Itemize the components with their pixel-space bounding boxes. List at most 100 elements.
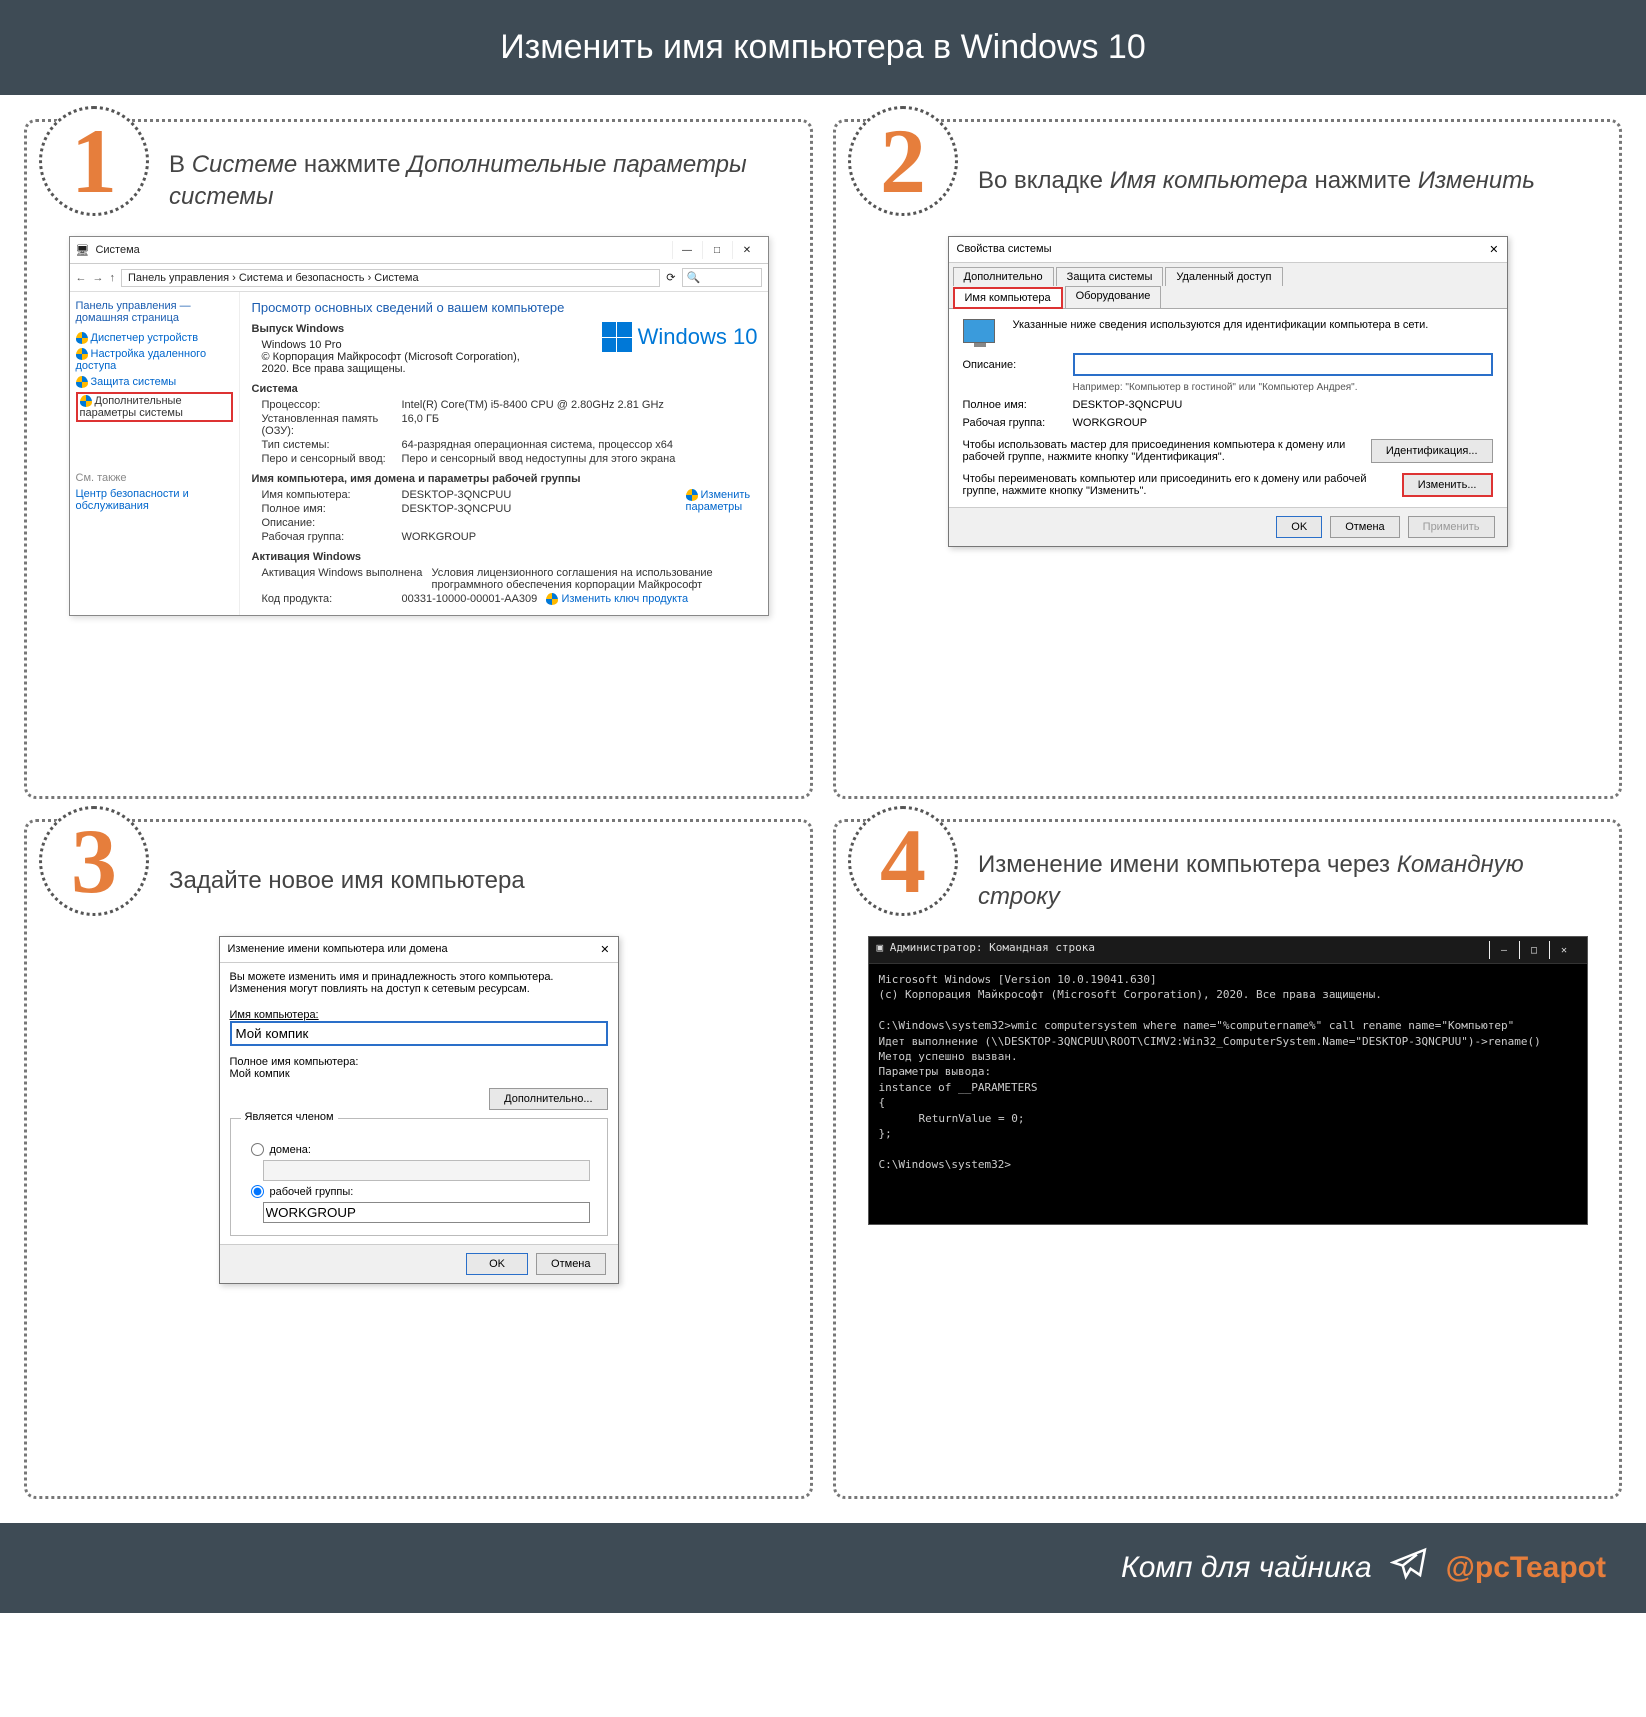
step-3-panel: 3 Задайте новое имя компьютера Изменение… xyxy=(24,819,813,1499)
minimize-button[interactable]: ― xyxy=(672,241,702,259)
close-button[interactable]: ✕ xyxy=(600,943,609,956)
step-4-badge: 4 xyxy=(848,806,958,916)
sidebar-home[interactable]: Панель управления — домашняя страница xyxy=(76,300,233,324)
ram-value: 16,0 ГБ xyxy=(402,413,756,437)
tab-hardware[interactable]: Оборудование xyxy=(1065,286,1162,308)
ok-button[interactable]: OK xyxy=(1276,516,1322,538)
telegram-icon xyxy=(1390,1545,1428,1591)
desc-hint: Например: "Компьютер в гостиной" или "Ко… xyxy=(1073,382,1493,393)
cpu-label: Процессор: xyxy=(262,399,402,411)
more-button[interactable]: Дополнительно... xyxy=(489,1088,607,1110)
step-1-panel: 1 В Системе нажмите Дополни­тельные пара… xyxy=(24,119,813,799)
page-title: Изменить имя компьютера в Windows 10 xyxy=(0,0,1646,95)
sidebar-security-center[interactable]: Центр безопасности и обслуживания xyxy=(76,488,233,512)
props-info-text: Указанные ниже сведения используются для… xyxy=(1013,319,1429,331)
step-4-caption: Изменение имени компьютера через Командн… xyxy=(978,849,1599,914)
maximize-button[interactable]: □ xyxy=(702,241,732,259)
change-params-link[interactable]: Изменить параметры xyxy=(686,489,756,513)
change-text: Чтобы переименовать компьютер или присое… xyxy=(963,473,1388,497)
maximize-button[interactable]: □ xyxy=(1519,941,1549,959)
tab-protection[interactable]: Защита системы xyxy=(1056,267,1164,286)
cancel-button[interactable]: Отмена xyxy=(536,1253,605,1275)
workgroup-input[interactable] xyxy=(263,1202,591,1223)
cancel-button[interactable]: Отмена xyxy=(1330,516,1399,538)
fname-label: Полное имя: xyxy=(262,503,402,515)
minimize-button[interactable]: ― xyxy=(1489,941,1519,959)
cpu-value: Intel(R) Core(TM) i5-8400 CPU @ 2.80GHz … xyxy=(402,399,756,411)
system-properties-dialog: Свойства системы ✕ Дополнительно Защита … xyxy=(948,236,1508,547)
telegram-handle[interactable]: @pcTeapot xyxy=(1446,1551,1606,1585)
command-prompt-window: ▣ Администратор: Командная строка ― □ ✕ … xyxy=(868,936,1588,1225)
step-3-caption: Задайте новое имя компьютера xyxy=(169,865,525,897)
cmd-icon: ▣ xyxy=(877,941,884,959)
system-titlebar[interactable]: 🖥 Система ― □ ✕ xyxy=(70,237,768,264)
tab-advanced[interactable]: Дополнительно xyxy=(953,267,1054,286)
control-panel-icon: 🖥 xyxy=(76,244,90,257)
member-of-label: Является членом xyxy=(241,1111,338,1123)
shield-icon xyxy=(76,348,88,360)
tab-computer-name[interactable]: Имя компьютера xyxy=(953,287,1063,309)
desc-label: Описание: xyxy=(262,517,402,529)
change-key-link[interactable]: Изменить ключ продукта xyxy=(546,593,688,605)
pen-label: Перо и сенсорный ввод: xyxy=(262,453,402,465)
sidebar-system-protection[interactable]: Защита системы xyxy=(76,376,233,388)
windows10-logo: Windows 10 xyxy=(602,322,758,352)
close-button[interactable]: ✕ xyxy=(1549,941,1579,959)
step-3-badge: 3 xyxy=(39,806,149,916)
window-title: Система xyxy=(95,244,671,256)
identification-button[interactable]: Идентификация... xyxy=(1371,439,1493,463)
close-button[interactable]: ✕ xyxy=(1489,243,1498,256)
desc-label: Описание: xyxy=(963,359,1063,371)
desc-value xyxy=(402,517,756,529)
see-also-label: См. также xyxy=(76,472,233,484)
pid-label: Код продукта: xyxy=(262,593,402,605)
wizard-text: Чтобы использовать мастер для присоедине… xyxy=(963,439,1357,463)
refresh-icon[interactable]: ⟳ xyxy=(666,271,675,284)
apply-button[interactable]: Применить xyxy=(1408,516,1495,538)
full-value: Мой компик xyxy=(230,1068,608,1080)
window-title: Администратор: Командная строка xyxy=(890,941,1489,959)
wg-label: Рабочая группа: xyxy=(262,531,402,543)
systype-label: Тип системы: xyxy=(262,439,402,451)
fullname-label: Полное имя: xyxy=(963,399,1063,411)
sidebar-device-manager[interactable]: Диспетчер устройств xyxy=(76,332,233,344)
description-input[interactable] xyxy=(1073,353,1493,376)
name-label: Имя компьютера: xyxy=(230,1009,608,1021)
step-1-caption: В Системе нажмите Дополни­тельные параме… xyxy=(169,149,790,214)
shield-icon xyxy=(76,332,88,344)
rename-dialog: Изменение имени компьютера или домена ✕ … xyxy=(219,936,619,1284)
workgroup-label: Рабочая группа: xyxy=(963,417,1063,429)
domain-radio[interactable] xyxy=(251,1143,264,1156)
step-1-badge: 1 xyxy=(39,106,149,216)
footer: Комп для чайника @pcTeapot xyxy=(0,1523,1646,1613)
main-heading: Просмотр основных сведений о вашем компь… xyxy=(252,300,756,315)
footer-text: Комп для чайника xyxy=(1121,1551,1372,1585)
breadcrumb[interactable]: Панель управления › Система и безопаснос… xyxy=(121,269,660,287)
pen-value: Перо и сенсорный ввод недоступны для это… xyxy=(402,453,756,465)
computer-name-input[interactable] xyxy=(230,1021,608,1046)
dialog-title: Свойства системы xyxy=(957,243,1490,256)
step-2-panel: 2 Во вкладке Имя компьютера нажмите Изме… xyxy=(833,119,1622,799)
sidebar-remote-settings[interactable]: Настройка удаленного доступа xyxy=(76,348,233,372)
search-input[interactable]: 🔍 xyxy=(682,268,762,287)
system-window: 🖥 Система ― □ ✕ ← → ↑ Панель управления … xyxy=(69,236,769,616)
shield-icon xyxy=(76,376,88,388)
workgroup-radio[interactable] xyxy=(251,1185,264,1198)
tabstrip: Дополнительно Защита системы Удаленный д… xyxy=(949,263,1507,309)
ok-button[interactable]: OK xyxy=(466,1253,528,1275)
nav-up-button[interactable]: ↑ xyxy=(110,272,116,284)
cname-label: Имя компьютера: xyxy=(262,489,402,501)
system-main: Windows 10 Просмотр основных сведений о … xyxy=(240,292,768,615)
tab-remote[interactable]: Удаленный доступ xyxy=(1165,267,1282,286)
step-2-caption: Во вкладке Имя компьютера нажмите Измени… xyxy=(978,165,1535,197)
license-link[interactable]: Условия лицензионного соглашения на испо… xyxy=(432,567,756,591)
systype-value: 64-разрядная операционная система, проце… xyxy=(402,439,756,451)
sidebar-advanced-settings[interactable]: Дополнительные параметры системы xyxy=(76,392,233,422)
step-2-badge: 2 xyxy=(848,106,958,216)
nav-back-button[interactable]: ← xyxy=(76,272,87,284)
change-button[interactable]: Изменить... xyxy=(1402,473,1493,497)
nav-forward-button[interactable]: → xyxy=(93,272,104,284)
close-button[interactable]: ✕ xyxy=(732,241,762,259)
activation-label: Активация Windows выполнена xyxy=(262,567,432,591)
cmd-output[interactable]: Microsoft Windows [Version 10.0.19041.63… xyxy=(869,964,1587,1224)
